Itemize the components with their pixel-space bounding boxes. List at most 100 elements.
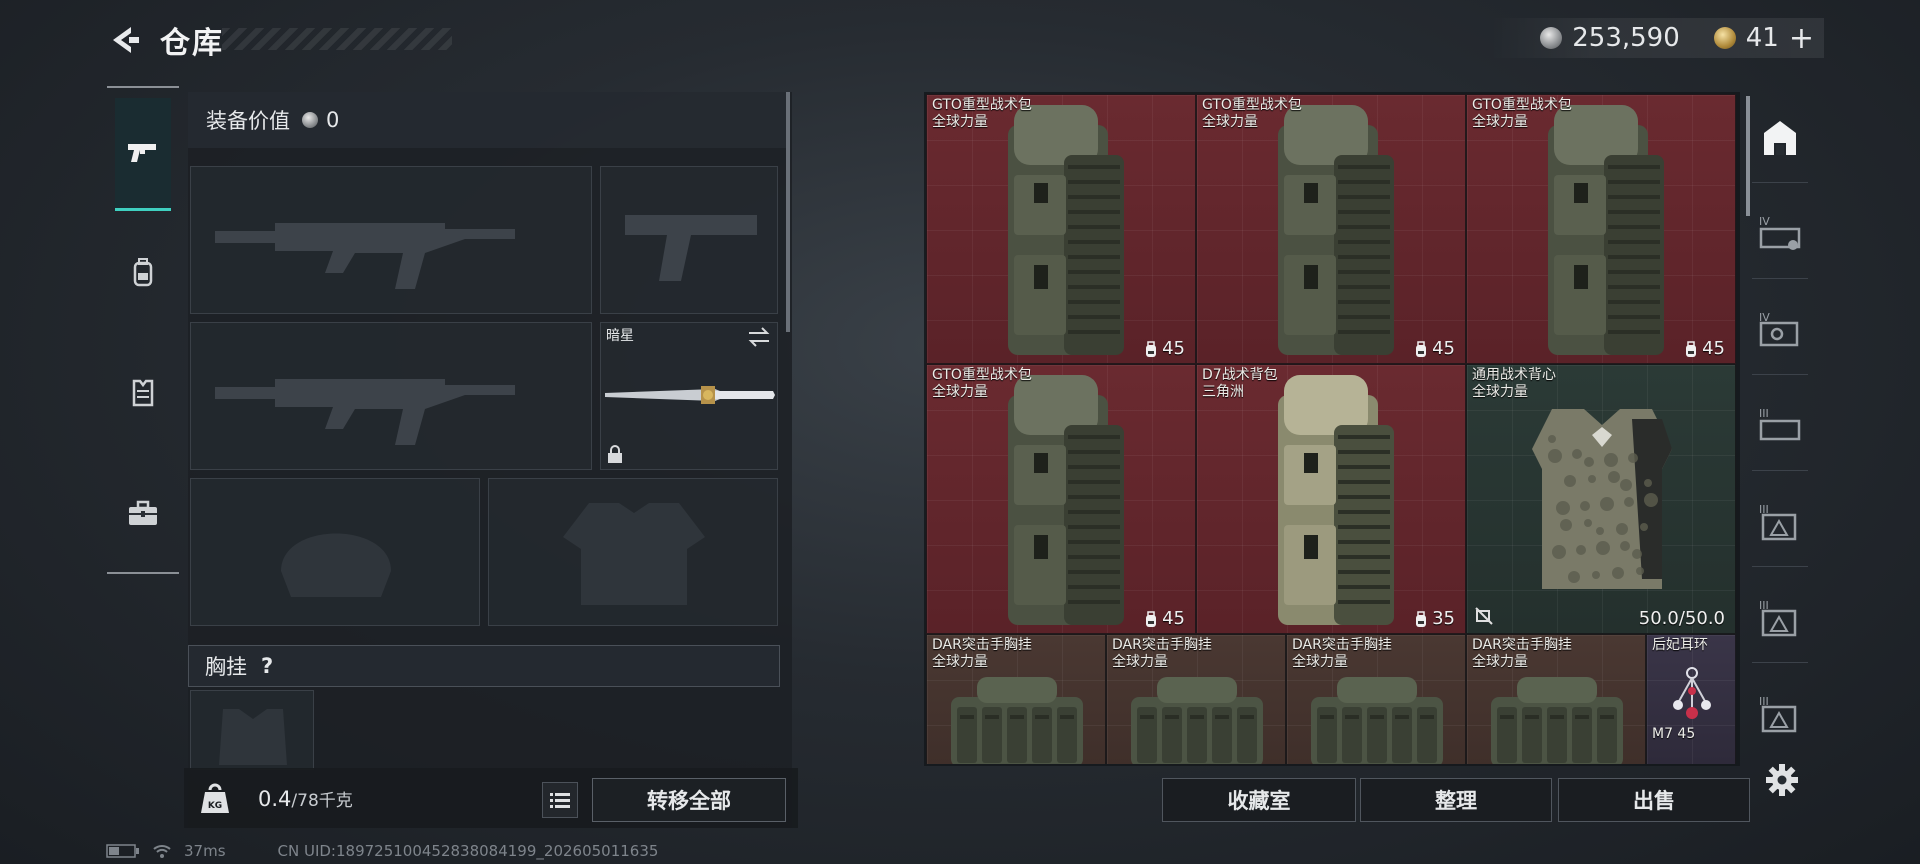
melee-name: 暗星 bbox=[606, 328, 634, 344]
backpack-image bbox=[1278, 105, 1394, 355]
capacity: 45 bbox=[1684, 338, 1725, 359]
pistol-icon bbox=[128, 144, 156, 162]
organize-button[interactable]: 整理 bbox=[1360, 778, 1552, 822]
list-icon bbox=[550, 793, 570, 808]
backpack-icon bbox=[133, 258, 153, 287]
silver-amount: 253,590 bbox=[1572, 23, 1680, 53]
backpack-image bbox=[1548, 105, 1664, 355]
inventory-item[interactable]: GTO重型战术包 全球力量 45 bbox=[1196, 94, 1466, 364]
collection-room-button[interactable]: 收藏室 bbox=[1162, 778, 1356, 822]
currency-bar: 253,590 41 + bbox=[1490, 18, 1824, 58]
inventory-item[interactable]: DAR突击手胸挂 全球力量 bbox=[1466, 634, 1646, 764]
vest-icon bbox=[132, 379, 154, 407]
settings-button[interactable] bbox=[1762, 760, 1802, 800]
helmet-slot[interactable] bbox=[190, 478, 480, 626]
inventory-item[interactable]: D7战术背包 三角洲 35 bbox=[1196, 364, 1466, 634]
chest-rig-slot[interactable] bbox=[190, 690, 314, 770]
inventory-item[interactable]: DAR突击手胸挂 全球力量 bbox=[926, 634, 1106, 764]
loadout-scrollbar[interactable] bbox=[786, 92, 790, 332]
weight-current: 0.4 bbox=[258, 787, 292, 811]
transfer-all-button[interactable]: 转移全部 bbox=[592, 778, 786, 822]
svg-text:KG: KG bbox=[208, 801, 222, 811]
inventory-item[interactable]: GTO重型战术包 全球力量 45 bbox=[926, 364, 1196, 634]
primary-weapon-slot[interactable] bbox=[190, 166, 592, 314]
swap-icon[interactable] bbox=[747, 327, 771, 347]
item-name: GTO重型战术包 bbox=[1472, 97, 1572, 113]
sell-button[interactable]: 出售 bbox=[1558, 778, 1750, 822]
page-title: 仓库 bbox=[160, 26, 224, 61]
tab-main-storage[interactable] bbox=[1752, 92, 1808, 183]
no-repair-icon bbox=[1475, 607, 1493, 625]
list-view-button[interactable] bbox=[542, 782, 578, 818]
briefcase-icon bbox=[129, 500, 157, 525]
help-button[interactable]: ? bbox=[261, 654, 273, 678]
armor-slot[interactable] bbox=[488, 478, 778, 626]
item-name: DAR突击手胸挂 bbox=[932, 637, 1032, 653]
inventory-item[interactable]: GTO重型战术包 全球力量 45 bbox=[926, 94, 1196, 364]
tab-backpack[interactable] bbox=[115, 218, 171, 328]
capacity: 45 bbox=[1144, 338, 1185, 359]
equipment-value-amount: 0 bbox=[326, 108, 340, 132]
weight-bar: KG 0.4/78千克 转移全部 bbox=[184, 768, 798, 828]
chest-rig-image bbox=[1491, 677, 1623, 764]
item-sub: 全球力量 bbox=[1472, 654, 1528, 670]
item-sub: 全球力量 bbox=[932, 114, 988, 130]
tab-vest[interactable] bbox=[115, 338, 171, 448]
item-sub: 全球力量 bbox=[932, 654, 988, 670]
melee-slot[interactable]: 暗星 bbox=[600, 322, 778, 470]
armor-silhouette-icon bbox=[563, 503, 705, 605]
secondary-weapon-slot[interactable] bbox=[190, 322, 592, 470]
item-sub: 全球力量 bbox=[1112, 654, 1168, 670]
durability-value: 50.0/50.0 bbox=[1638, 608, 1725, 629]
gold-amount: 41 bbox=[1745, 23, 1779, 53]
capacity-value: 45 bbox=[1162, 608, 1185, 629]
tab-briefcase[interactable] bbox=[115, 458, 171, 568]
weight-max: /78千克 bbox=[291, 791, 353, 811]
tab-storage-iii-2[interactable]: III bbox=[1752, 476, 1808, 567]
item-name: D7战术背包 bbox=[1202, 367, 1278, 383]
item-name: GTO重型战术包 bbox=[1202, 97, 1302, 113]
title-decoration bbox=[222, 28, 452, 50]
tab-storage-iv-2[interactable]: IV bbox=[1752, 284, 1808, 375]
tab-storage-iv-1[interactable]: IV bbox=[1752, 188, 1808, 279]
item-name: GTO重型战术包 bbox=[932, 97, 1032, 113]
tab-storage-iii-3[interactable]: III bbox=[1752, 572, 1808, 663]
rifle-silhouette-icon bbox=[215, 223, 515, 289]
backpack-image bbox=[1008, 375, 1124, 625]
tab-storage-iii-1[interactable]: III bbox=[1752, 380, 1808, 471]
tier-3-case-icon: III bbox=[1759, 407, 1801, 441]
chest-rig-image bbox=[951, 677, 1083, 764]
capacity-value: 35 bbox=[1432, 608, 1455, 629]
inventory-item[interactable]: GTO重型战术包 全球力量 45 bbox=[1466, 94, 1736, 364]
add-currency-button[interactable]: + bbox=[1789, 21, 1814, 56]
loadout-panel: 装备价值 0 暗星 胸挂 ? bbox=[188, 92, 792, 828]
back-arrow-icon bbox=[113, 27, 139, 53]
inventory-item[interactable]: 通用战术背心 全球力量 50.0/50.0 bbox=[1466, 364, 1736, 634]
item-name: DAR突击手胸挂 bbox=[1472, 637, 1572, 653]
chest-rig-image bbox=[1131, 677, 1263, 764]
svg-text:IV: IV bbox=[1759, 215, 1770, 228]
loadout-category-tabs bbox=[107, 86, 179, 574]
backpack-capacity-icon bbox=[1686, 340, 1697, 357]
item-sub: 全球力量 bbox=[1472, 114, 1528, 130]
tier-3-box-icon: III bbox=[1759, 695, 1797, 733]
durability: 50.0/50.0 bbox=[1639, 608, 1725, 629]
gold-coin-icon bbox=[1713, 27, 1736, 49]
item-sub: 三角洲 bbox=[1202, 384, 1244, 400]
wifi-icon bbox=[153, 845, 171, 858]
capacity-value: 45 bbox=[1702, 338, 1725, 359]
inventory-viewport: GTO重型战术包 全球力量 45 GTO重型战术包 全球力量 45 GTO重型战术包 全球… bbox=[926, 94, 1738, 764]
weight-readout: 0.4/78千克 bbox=[258, 786, 353, 811]
battery-icon bbox=[106, 844, 139, 858]
sidearm-slot[interactable] bbox=[600, 166, 778, 314]
backpack-capacity-icon bbox=[1146, 610, 1157, 627]
inventory-item[interactable]: 后妃耳环 M7 45 bbox=[1646, 634, 1736, 764]
tab-storage-iii-4[interactable]: III bbox=[1752, 668, 1808, 758]
tab-weapons[interactable] bbox=[115, 98, 171, 211]
inventory-scrollbar[interactable] bbox=[1746, 96, 1750, 216]
inventory-item[interactable]: DAR突击手胸挂 全球力量 bbox=[1106, 634, 1286, 764]
inventory-item[interactable]: DAR突击手胸挂 全球力量 bbox=[1286, 634, 1466, 764]
back-button[interactable] bbox=[104, 20, 144, 60]
capacity-value: 45 bbox=[1432, 338, 1455, 359]
item-name: 后妃耳环 bbox=[1652, 637, 1708, 653]
